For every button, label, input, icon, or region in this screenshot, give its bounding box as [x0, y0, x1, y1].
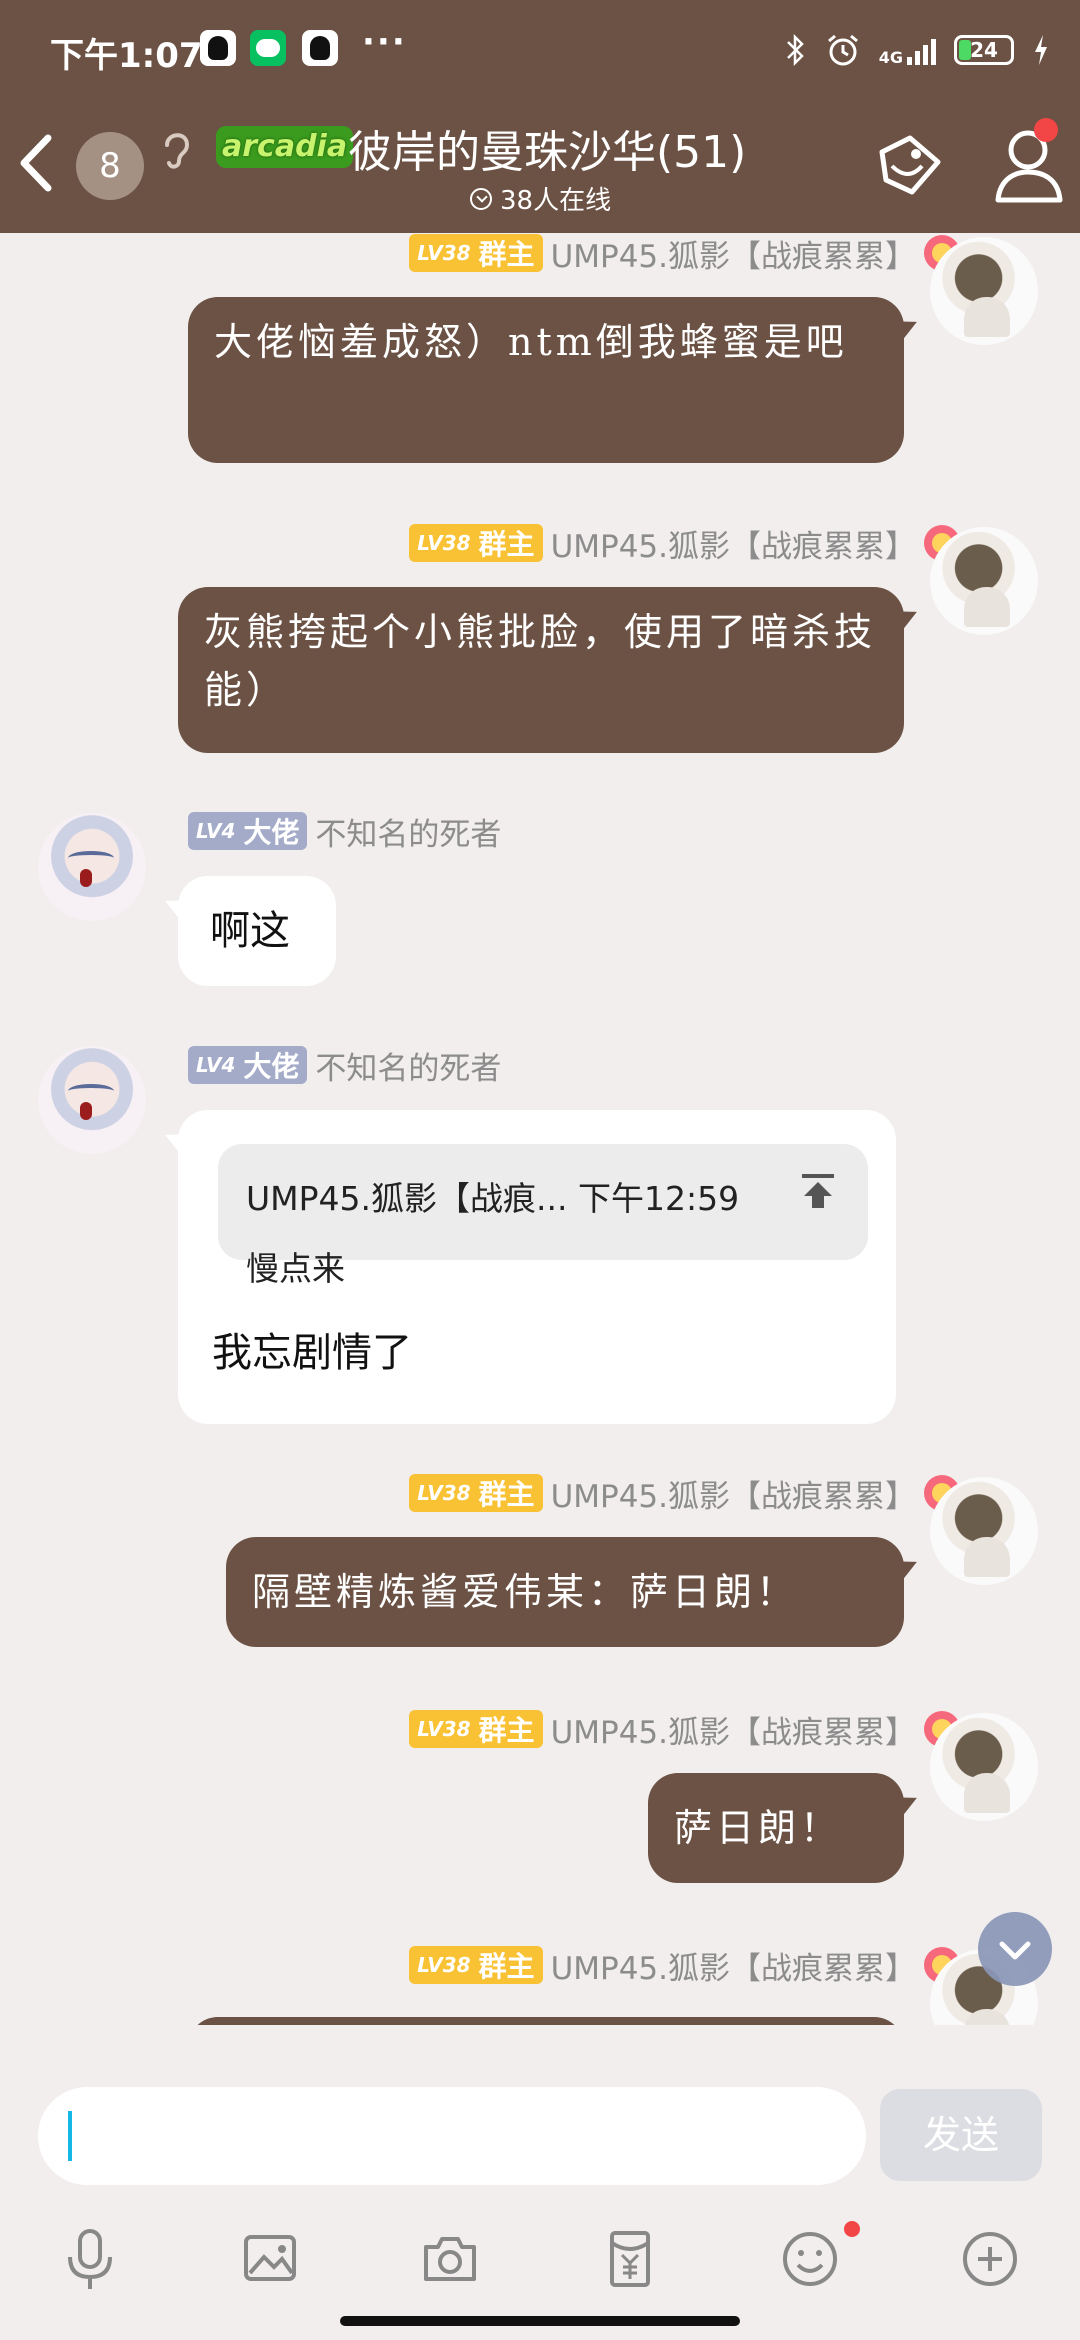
jump-to-top-icon[interactable] [798, 1170, 838, 1210]
message-bubble[interactable]: 萨日朗！ [648, 1773, 904, 1883]
avatar[interactable] [930, 237, 1038, 345]
message-text: 我忘剧情了 [212, 1330, 412, 1376]
sender-name[interactable]: 不知名的死者 [315, 1043, 501, 1088]
home-indicator[interactable] [340, 2316, 740, 2326]
charging-icon [1035, 35, 1047, 65]
level-badge: LV4 大佬 [188, 1046, 308, 1084]
chevron-left-icon [20, 134, 52, 192]
group-tag-icon[interactable] [872, 132, 946, 200]
level-badge: LV38 群主 [409, 234, 543, 272]
scroll-to-bottom-button[interactable] [978, 1912, 1052, 1986]
reply-message-bubble[interactable]: UMP45.狐影【战痕... 下午12:59 慢点来 我忘剧情了 [178, 1110, 896, 1424]
plus-icon[interactable] [960, 2227, 1020, 2291]
chevron-down-icon [999, 1941, 1031, 1960]
battery-icon: 24 [954, 35, 1014, 65]
red-packet-icon[interactable] [600, 2227, 660, 2291]
send-button[interactable]: 发送 [880, 2089, 1042, 2181]
message-bubble[interactable]: 大佬恼羞成怒）ntm倒我蜂蜜是吧 [188, 297, 904, 463]
sender-meta: LV4 大佬 不知名的死者 [188, 1043, 501, 1088]
sender-name[interactable]: UMP45.狐影【战痕累累】 [551, 1943, 916, 1988]
text-caret [68, 2111, 72, 2161]
wechat-icon [250, 30, 286, 66]
quoted-header: UMP45.狐影【战痕... 下午12:59 [246, 1179, 740, 1218]
microphone-icon[interactable] [60, 2227, 120, 2291]
back-button[interactable] [12, 128, 62, 198]
alarm-icon [827, 34, 858, 66]
sender-name[interactable]: 不知名的死者 [315, 809, 501, 854]
message-bubble[interactable]: 灰熊挎起个小熊批脸，使用了暗杀技能） [178, 587, 904, 753]
online-status[interactable]: 38人在线 [470, 180, 611, 217]
network-type: 4G [878, 48, 903, 67]
sender-name[interactable]: UMP45.狐影【战痕累累】 [551, 233, 916, 276]
camera-icon[interactable] [420, 2227, 480, 2291]
quoted-text: 慢点来 [246, 1249, 345, 1288]
unread-count-badge[interactable]: 8 [76, 132, 144, 200]
avatar[interactable] [930, 527, 1038, 635]
sender-meta: LV4 大佬 不知名的死者 [188, 809, 501, 854]
quoted-message[interactable]: UMP45.狐影【战痕... 下午12:59 慢点来 [218, 1144, 868, 1288]
group-members-icon[interactable] [990, 120, 1070, 206]
sender-meta: LV38 群主 UMP45.狐影【战痕累累】 [409, 521, 960, 566]
more-notifications-icon: ··· [362, 22, 407, 62]
emoji-notification-dot [844, 2221, 860, 2237]
avatar[interactable] [930, 1713, 1038, 1821]
sender-meta: LV38 群主 UMP45.狐影【战痕累累】 [409, 1707, 960, 1752]
sender-meta: LV38 群主 UMP45.狐影【战痕累累】 [409, 1471, 960, 1516]
avatar[interactable] [38, 813, 146, 921]
level-badge: LV38 群主 [409, 524, 543, 562]
status-time: 下午1:07 [50, 36, 203, 76]
message-bubble[interactable]: 啊这 [178, 876, 336, 986]
emoji-icon[interactable] [780, 2227, 840, 2291]
online-count: 38人在线 [500, 186, 612, 216]
qq-icon [200, 30, 236, 66]
sender-name[interactable]: UMP45.狐影【战痕累累】 [551, 1707, 916, 1752]
signal-icon [907, 35, 936, 65]
status-icons: 4G 24 [785, 30, 1050, 70]
level-badge: LV38 群主 [409, 1946, 543, 1984]
image-icon[interactable] [240, 2227, 300, 2291]
chat-area[interactable]: LV38 群主 UMP45.狐影【战痕累累】 大佬恼羞成怒）ntm倒我蜂蜜是吧 L… [0, 233, 1080, 2025]
message-bubble[interactable] [188, 2017, 904, 2025]
composer-toolbar [0, 2221, 1080, 2297]
level-badge: LV38 群主 [409, 1474, 543, 1512]
avatar[interactable] [930, 1477, 1038, 1585]
bluetooth-icon [786, 33, 804, 67]
sender-name[interactable]: UMP45.狐影【战痕累累】 [551, 1471, 916, 1516]
group-title[interactable]: 彼岸的曼珠沙华(51) [348, 116, 746, 180]
message-input[interactable] [38, 2087, 866, 2185]
online-clock-icon [470, 187, 492, 210]
composer: 发送 [0, 2025, 1080, 2340]
sender-meta: LV38 群主 UMP45.狐影【战痕累累】 [409, 1943, 960, 1988]
group-logo: arcadia [216, 126, 354, 168]
notification-dot [1034, 118, 1058, 142]
sender-name[interactable]: UMP45.狐影【战痕累累】 [551, 521, 916, 566]
level-badge: LV38 群主 [409, 1710, 543, 1748]
ear-icon[interactable] [155, 125, 195, 171]
level-badge: LV4 大佬 [188, 812, 308, 850]
message-bubble[interactable]: 隔壁精炼酱爱伟某：萨日朗！ [226, 1537, 904, 1647]
title-bar: 下午1:07 ··· 4G 24 8 arcadia 彼岸的曼珠沙华(51) 3… [0, 0, 1080, 233]
sender-meta: LV38 群主 UMP45.狐影【战痕累累】 [409, 233, 960, 276]
battery-level: 24 [970, 38, 998, 62]
avatar[interactable] [38, 1046, 146, 1154]
qq-icon [302, 30, 338, 66]
